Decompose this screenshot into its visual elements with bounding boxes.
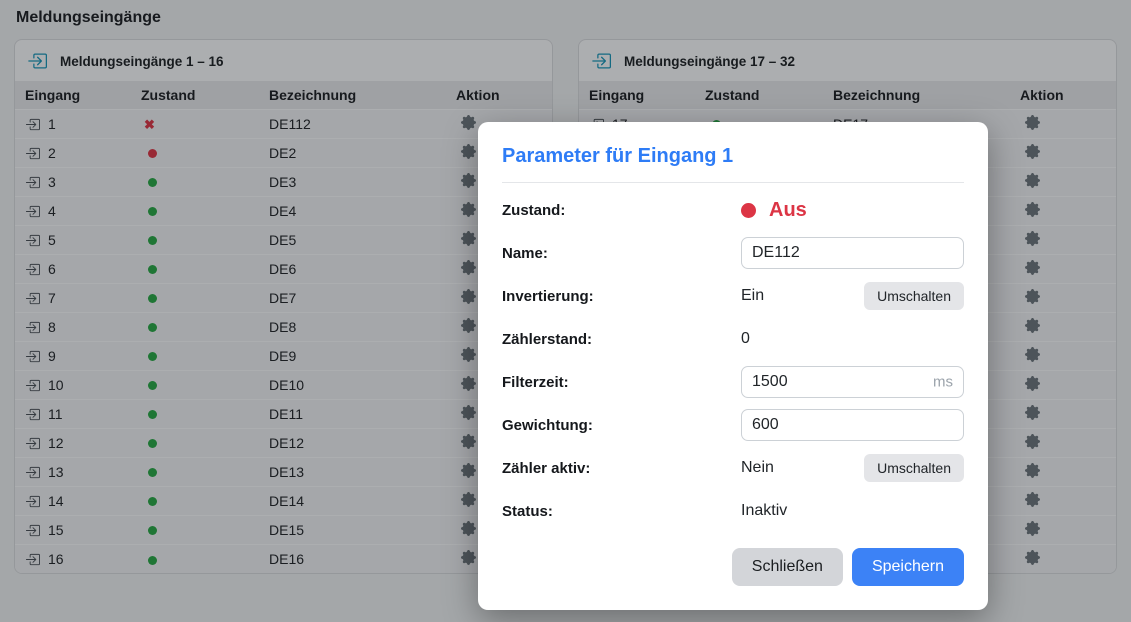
invertierung-label: Invertierung: <box>502 288 741 305</box>
status-value-text: Inaktiv <box>741 502 787 520</box>
field-row-filterzeit: Filterzeit: ms <box>502 366 964 398</box>
name-value <box>741 237 964 269</box>
filterzeit-input[interactable] <box>741 366 964 398</box>
field-row-gewichtung: Gewichtung: <box>502 409 964 441</box>
invertierung-toggle-button[interactable]: Umschalten <box>864 282 964 310</box>
gewichtung-label: Gewichtung: <box>502 417 741 434</box>
status-value: Inaktiv <box>741 502 964 520</box>
save-button[interactable]: Speichern <box>852 548 964 586</box>
zustand-label: Zustand: <box>502 202 741 219</box>
zaehler-aktiv-toggle-button[interactable]: Umschalten <box>864 454 964 482</box>
field-row-zaehler-aktiv: Zähler aktiv: Nein Umschalten <box>502 452 964 484</box>
divider <box>502 182 964 183</box>
gewichtung-value <box>741 409 964 441</box>
zaehler-aktiv-value: Nein Umschalten <box>741 454 964 482</box>
filterzeit-label: Filterzeit: <box>502 374 741 391</box>
field-row-status: Status: Inaktiv <box>502 495 964 527</box>
name-input[interactable] <box>741 237 964 269</box>
filterzeit-value: ms <box>741 366 964 398</box>
invertierung-value: Ein Umschalten <box>741 282 964 310</box>
field-row-zaehlerstand: Zählerstand: 0 <box>502 323 964 355</box>
state-off-dot-icon <box>741 203 756 218</box>
zaehlerstand-value: 0 <box>741 330 964 348</box>
status-label: Status: <box>502 503 741 520</box>
invertierung-value-text: Ein <box>741 287 764 305</box>
field-row-name: Name: <box>502 237 964 269</box>
zaehlerstand-value-text: 0 <box>741 330 750 348</box>
field-row-zustand: Zustand: Aus <box>502 194 964 226</box>
close-button[interactable]: Schließen <box>732 548 843 586</box>
zaehler-aktiv-label: Zähler aktiv: <box>502 460 741 477</box>
gewichtung-input[interactable] <box>741 409 964 441</box>
zustand-value-text: Aus <box>769 199 807 222</box>
parameter-modal: Parameter für Eingang 1 Zustand: Aus Nam… <box>478 122 988 610</box>
filterzeit-input-wrap: ms <box>741 366 964 398</box>
modal-footer: Schließen Speichern <box>502 548 964 610</box>
zaehlerstand-label: Zählerstand: <box>502 331 741 348</box>
field-row-invertierung: Invertierung: Ein Umschalten <box>502 280 964 312</box>
zustand-value: Aus <box>741 199 964 222</box>
modal-title: Parameter für Eingang 1 <box>502 144 964 168</box>
name-label: Name: <box>502 245 741 262</box>
zaehler-aktiv-value-text: Nein <box>741 459 774 477</box>
